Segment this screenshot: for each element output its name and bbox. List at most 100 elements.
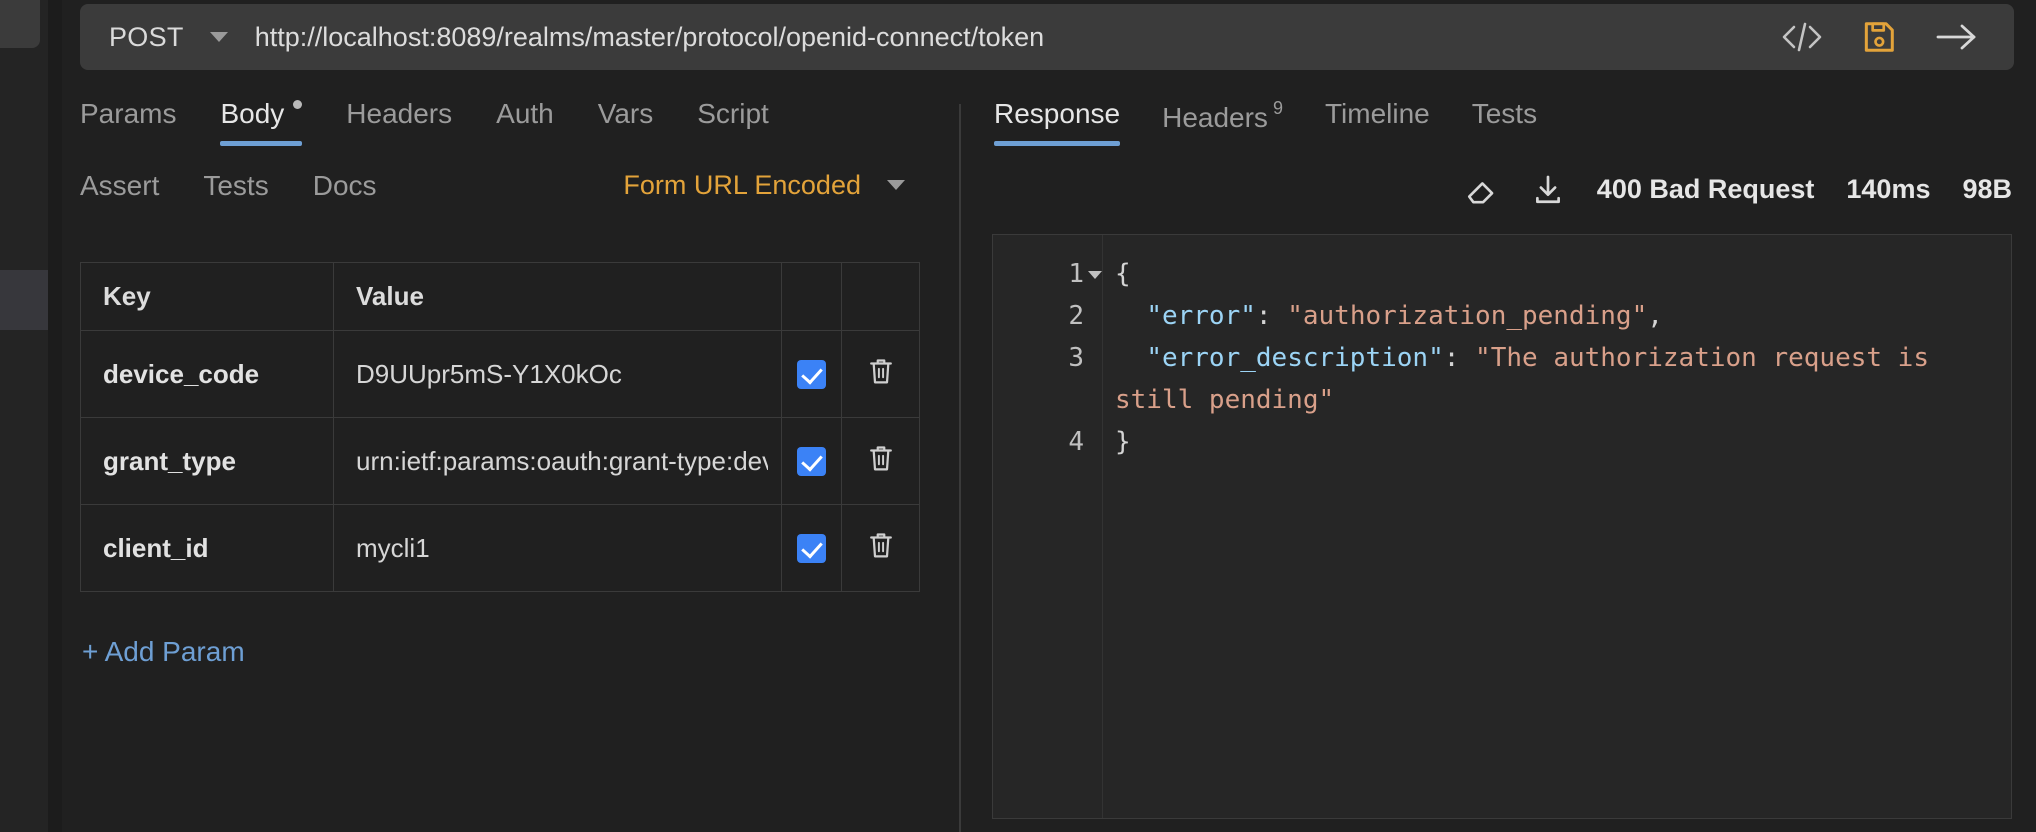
tab-response-headers-label: Headers	[1162, 102, 1268, 133]
column-header-key: Key	[80, 262, 334, 331]
headers-count-badge: 9	[1272, 98, 1283, 118]
eraser-icon[interactable]	[1463, 172, 1499, 206]
column-header-value: Value	[333, 262, 782, 331]
chevron-down-icon	[209, 32, 228, 42]
tab-assert[interactable]: Assert	[80, 162, 159, 208]
chevron-down-icon	[887, 180, 905, 190]
request-tabs-row-1: Params Body Headers Auth Vars Script	[62, 90, 959, 146]
body-type-label: Form URL Encoded	[623, 169, 861, 200]
http-method-select[interactable]: POST	[80, 4, 228, 70]
tab-docs-label: Docs	[312, 170, 377, 201]
status-badge: 400 Bad Request	[1596, 173, 1815, 204]
tab-script-label: Script	[697, 98, 769, 129]
param-key-cell[interactable]: client_id	[80, 504, 334, 592]
sidebar-gutter	[48, 0, 62, 832]
response-body-viewer[interactable]: 1 2 3 4 { "error": "authorization_pendin…	[992, 234, 2012, 819]
tab-body-label: Body	[220, 98, 285, 129]
sidebar-strip	[0, 0, 48, 832]
param-value-cell[interactable]: mycli1	[333, 504, 782, 592]
tab-docs[interactable]: Docs	[313, 162, 377, 208]
tab-assert-label: Assert	[80, 170, 160, 201]
sidebar-active-chip[interactable]	[0, 0, 40, 48]
table-row: grant_type urn:ietf:params:oauth:grant-t…	[80, 417, 920, 505]
tab-auth[interactable]: Auth	[496, 90, 554, 146]
column-header-enabled	[781, 262, 842, 331]
add-param-button[interactable]: + Add Param	[82, 636, 245, 668]
send-arrow-icon[interactable]	[1934, 20, 1980, 54]
request-tabs-row-2: Assert Tests Docs Form URL Encoded	[62, 162, 959, 208]
http-method-label: POST	[109, 21, 184, 52]
tab-tests[interactable]: Tests	[203, 162, 268, 208]
column-header-delete	[841, 262, 920, 331]
response-pane: Response Headers 9 Timeline Tests 400 Ba…	[982, 90, 2036, 832]
code-brackets-icon[interactable]	[1780, 19, 1824, 55]
trash-icon[interactable]	[865, 355, 897, 389]
param-value-cell[interactable]: D9UUpr5mS-Y1X0kOc	[333, 330, 782, 418]
table-row: device_code D9UUpr5mS-Y1X0kOc	[80, 330, 920, 418]
param-key-cell[interactable]: grant_type	[80, 417, 334, 505]
tab-response-headers[interactable]: Headers 9	[1162, 90, 1283, 150]
download-icon[interactable]	[1531, 172, 1565, 206]
param-delete-cell	[841, 330, 920, 418]
tab-tests-label: Tests	[203, 170, 269, 201]
url-bar-actions	[1780, 18, 2014, 56]
response-status-bar: 400 Bad Request 140ms 98B	[982, 172, 2036, 206]
param-value-cell[interactable]: urn:ietf:params:oauth:grant-type:device_…	[333, 417, 782, 505]
tab-response-label: Response	[994, 98, 1121, 129]
param-enabled-cell	[781, 504, 842, 592]
request-url-bar: POST http://localhost:8089/realms/master…	[80, 4, 2014, 70]
save-floppy-icon[interactable]	[1860, 18, 1898, 56]
tab-vars-label: Vars	[597, 98, 654, 129]
line-number: 2	[1068, 301, 1084, 331]
table-row: client_id mycli1	[80, 504, 920, 592]
trash-icon[interactable]	[865, 442, 897, 476]
param-enabled-checkbox[interactable]	[797, 533, 826, 563]
tab-timeline[interactable]: Timeline	[1325, 90, 1430, 146]
tab-response-tests[interactable]: Tests	[1472, 90, 1537, 146]
tab-params[interactable]: Params	[80, 90, 176, 146]
url-input[interactable]: http://localhost:8089/realms/master/prot…	[255, 22, 1780, 53]
param-value-text: D9UUpr5mS-Y1X0kOc	[356, 358, 622, 389]
pane-divider[interactable]	[959, 104, 961, 832]
chevron-down-icon[interactable]	[1088, 271, 1102, 279]
param-enabled-cell	[781, 417, 842, 505]
param-enabled-cell	[781, 330, 842, 418]
tab-vars[interactable]: Vars	[598, 90, 654, 146]
response-tabs: Response Headers 9 Timeline Tests	[982, 90, 2036, 150]
tab-auth-label: Auth	[496, 98, 554, 129]
json-value-error: "authorization_pending"	[1287, 301, 1648, 331]
param-value-text: urn:ietf:params:oauth:grant-type:device_…	[356, 445, 768, 476]
line-number: 1	[993, 253, 1102, 295]
tab-headers[interactable]: Headers	[346, 90, 452, 146]
request-pane: Params Body Headers Auth Vars Script Ass…	[62, 90, 959, 832]
param-key-text: grant_type	[103, 445, 236, 476]
tab-response[interactable]: Response	[994, 90, 1121, 146]
tab-params-label: Params	[80, 98, 177, 129]
param-delete-cell	[841, 417, 920, 505]
param-key-text: client_id	[103, 532, 209, 563]
table-header-row: Key Value	[80, 262, 920, 331]
trash-icon[interactable]	[865, 529, 897, 563]
params-table: Key Value device_code D9UUpr5mS-Y1X0kOc	[80, 262, 920, 592]
line-number-gutter: 1 2 3 4	[993, 235, 1103, 818]
sidebar-selected-item[interactable]	[0, 270, 48, 330]
tab-timeline-label: Timeline	[1324, 98, 1430, 129]
param-delete-cell	[841, 504, 920, 592]
api-client-window: POST http://localhost:8089/realms/master…	[0, 0, 2036, 832]
response-time: 140ms	[1846, 173, 1931, 204]
line-number: 4	[1068, 427, 1084, 457]
response-json-code: { "error": "authorization_pending", "err…	[1115, 259, 1945, 457]
tab-body[interactable]: Body	[220, 90, 303, 146]
param-enabled-checkbox[interactable]	[797, 446, 826, 476]
line-number: 3	[1068, 343, 1084, 373]
body-type-select[interactable]: Form URL Encoded	[623, 170, 905, 201]
line-number-text: 1	[1068, 259, 1084, 289]
param-key-cell[interactable]: device_code	[80, 330, 334, 418]
tab-script[interactable]: Script	[697, 90, 769, 146]
param-enabled-checkbox[interactable]	[797, 359, 826, 389]
tab-response-tests-label: Tests	[1471, 98, 1538, 129]
unsaved-dot-icon	[293, 100, 303, 109]
param-value-text: mycli1	[356, 532, 430, 563]
json-key-error: "error"	[1146, 301, 1256, 331]
json-key-error-description: "error_description"	[1146, 343, 1444, 373]
